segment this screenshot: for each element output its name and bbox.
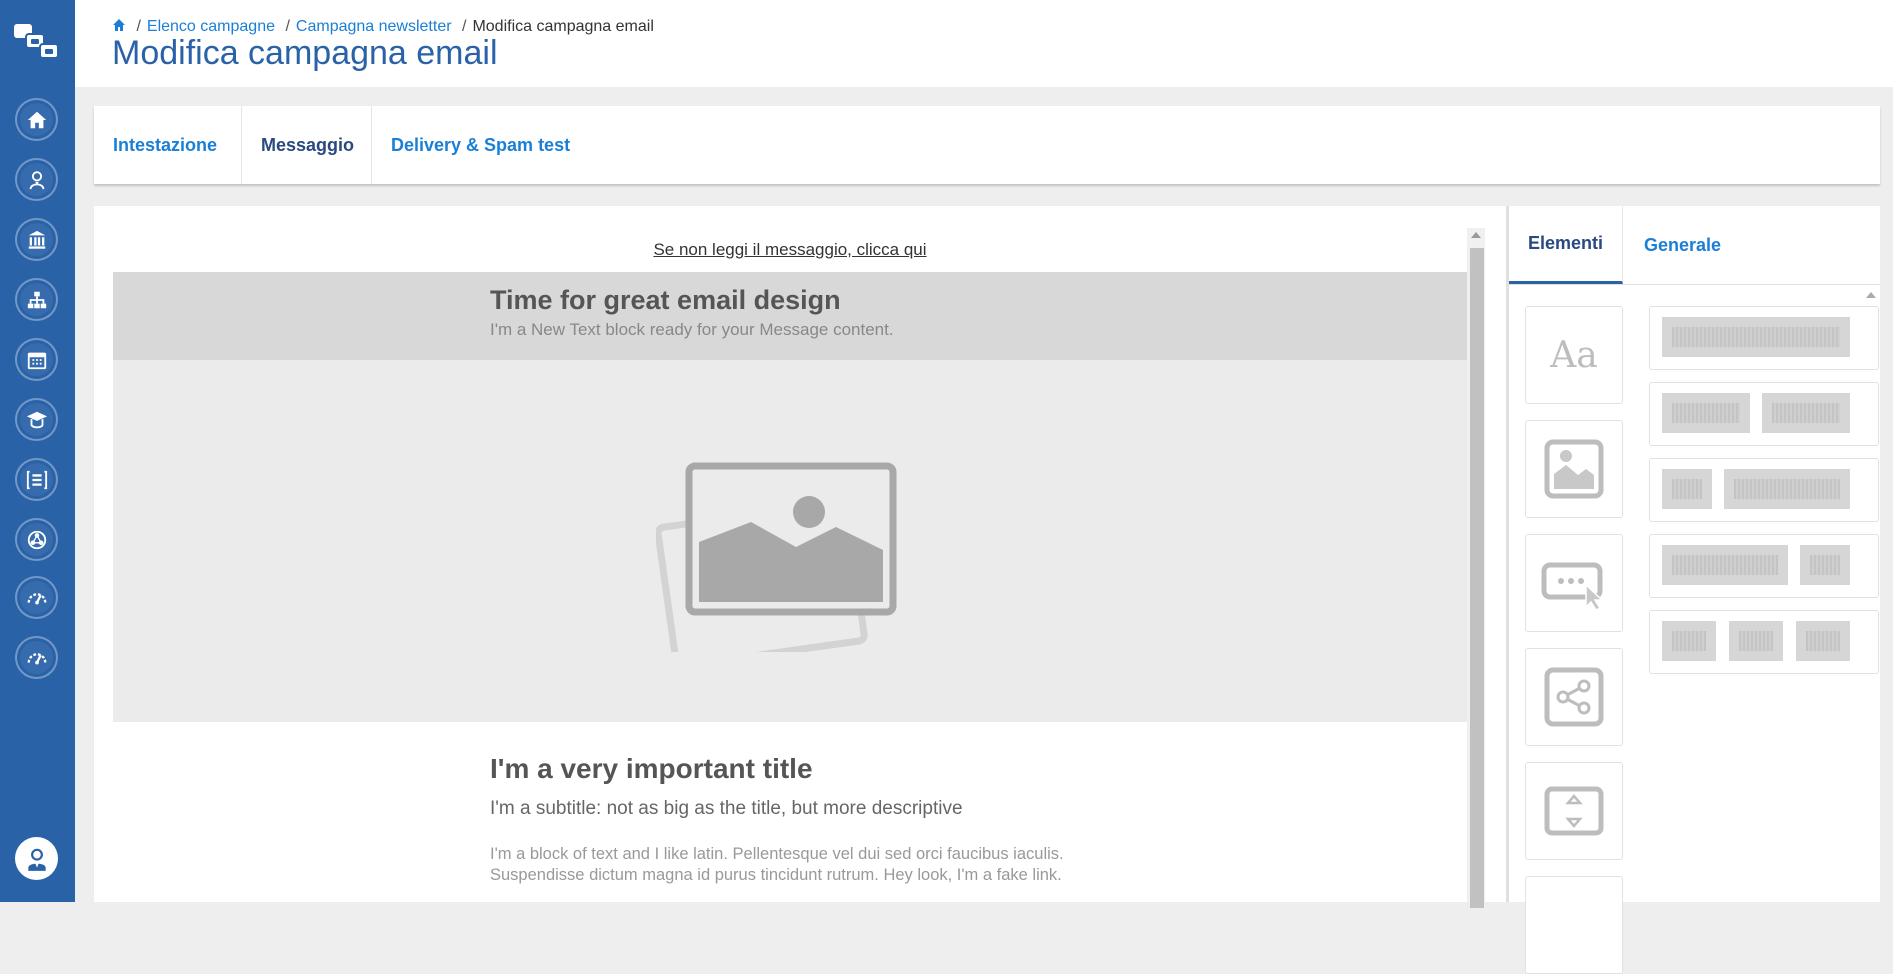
layout-two-columns[interactable] <box>1649 382 1879 446</box>
breadcrumb-separator: / <box>462 18 467 35</box>
button-block-icon <box>1541 562 1604 611</box>
nav-list-icon[interactable] <box>15 458 58 501</box>
page-header: / Elenco campagne / Campagna newsletter / M… <box>75 0 1893 87</box>
hero-subtitle[interactable]: I'm a New Text block ready for your Mess… <box>490 320 894 340</box>
layout-cell <box>1762 393 1850 433</box>
layout-narrow-wide[interactable] <box>1649 458 1879 522</box>
image-block-icon <box>1544 439 1604 499</box>
content-subtitle[interactable]: I'm a subtitle: not as big as the title,… <box>490 798 963 820</box>
nav-home-icon[interactable] <box>15 98 58 141</box>
layout-wide-narrow[interactable] <box>1649 534 1879 598</box>
tab-intestazione[interactable]: Intestazione <box>94 106 242 184</box>
scroll-up-arrow-icon[interactable] <box>1471 232 1481 238</box>
layout-cell <box>1662 545 1788 585</box>
layout-cell <box>1662 469 1712 509</box>
content-title[interactable]: I'm a very important title <box>490 753 813 785</box>
hero-text-block[interactable]: Time for great email design I'm a New Te… <box>113 272 1467 360</box>
nav-rail <box>0 0 75 902</box>
canvas-scrollbar[interactable] <box>1467 228 1485 908</box>
tab-generale[interactable]: Generale <box>1625 206 1740 284</box>
image-block[interactable] <box>113 360 1467 722</box>
nav-dashboard-icon[interactable] <box>15 636 58 679</box>
text-block-tool[interactable]: Aa <box>1525 306 1623 404</box>
social-share-tool[interactable] <box>1525 648 1623 746</box>
social-share-icon <box>1544 667 1604 727</box>
layout-one-column[interactable] <box>1649 306 1879 370</box>
image-block-tool[interactable] <box>1525 420 1623 518</box>
panel-scroll-up-icon[interactable] <box>1866 292 1876 298</box>
elements-panel: Elementi Generale Aa <box>1506 206 1880 974</box>
spacer-icon <box>1544 786 1604 836</box>
email-canvas[interactable]: Se non leggi il messaggio, clicca qui Ti… <box>113 228 1467 902</box>
more-tool[interactable] <box>1525 876 1623 974</box>
nav-user-icon[interactable] <box>15 158 58 201</box>
tab-delivery-spam-test[interactable]: Delivery & Spam test <box>372 106 589 184</box>
editor-tabs: Intestazione Messaggio Delivery & Spam t… <box>94 106 1880 184</box>
nav-network-icon[interactable] <box>15 518 58 561</box>
nav-gauge-icon[interactable] <box>15 576 58 619</box>
nav-calendar-icon[interactable] <box>15 338 58 381</box>
hero-title[interactable]: Time for great email design <box>490 285 841 316</box>
layout-cell <box>1662 393 1750 433</box>
message-editor: Se non leggi il messaggio, clicca qui Ti… <box>94 206 1880 974</box>
app-logo-icon[interactable] <box>13 22 61 66</box>
layout-cell <box>1724 469 1850 509</box>
canvas-scrollbar-thumb[interactable] <box>1470 248 1484 908</box>
layout-cell <box>1800 545 1850 585</box>
spacer-tool[interactable] <box>1525 762 1623 860</box>
text-block-icon: Aa <box>1550 334 1598 376</box>
layout-cell <box>1729 621 1783 661</box>
breadcrumb-separator: / <box>136 18 141 35</box>
view-online-link[interactable]: Se non leggi il messaggio, clicca qui <box>113 240 1467 260</box>
layout-cell <box>1662 317 1850 357</box>
breadcrumb-separator: / <box>285 18 290 35</box>
button-block-tool[interactable] <box>1525 534 1623 632</box>
tab-elementi[interactable]: Elementi <box>1509 206 1624 284</box>
nav-graduation-icon[interactable] <box>15 398 58 441</box>
content-body-text[interactable]: I'm a block of text and I like latin. Pe… <box>490 844 1090 886</box>
breadcrumb-link-campaigns[interactable]: Elenco campagne <box>147 18 275 35</box>
layout-cell <box>1796 621 1850 661</box>
layout-three-columns[interactable] <box>1649 610 1879 674</box>
nav-institution-icon[interactable] <box>15 218 58 261</box>
page-title: Modifica campagna email <box>112 34 498 72</box>
breadcrumb-link-newsletter[interactable]: Campagna newsletter <box>296 18 452 35</box>
breadcrumb-current: Modifica campagna email <box>472 18 654 35</box>
layout-cell <box>1662 621 1716 661</box>
image-placeholder-icon <box>656 462 897 652</box>
breadcrumb-home-icon[interactable] <box>112 18 126 32</box>
panel-divider <box>1509 284 1880 285</box>
user-avatar[interactable] <box>15 837 58 880</box>
nav-sitemap-icon[interactable] <box>15 278 58 321</box>
avatar-icon <box>27 848 46 871</box>
tab-messaggio[interactable]: Messaggio <box>242 106 372 184</box>
